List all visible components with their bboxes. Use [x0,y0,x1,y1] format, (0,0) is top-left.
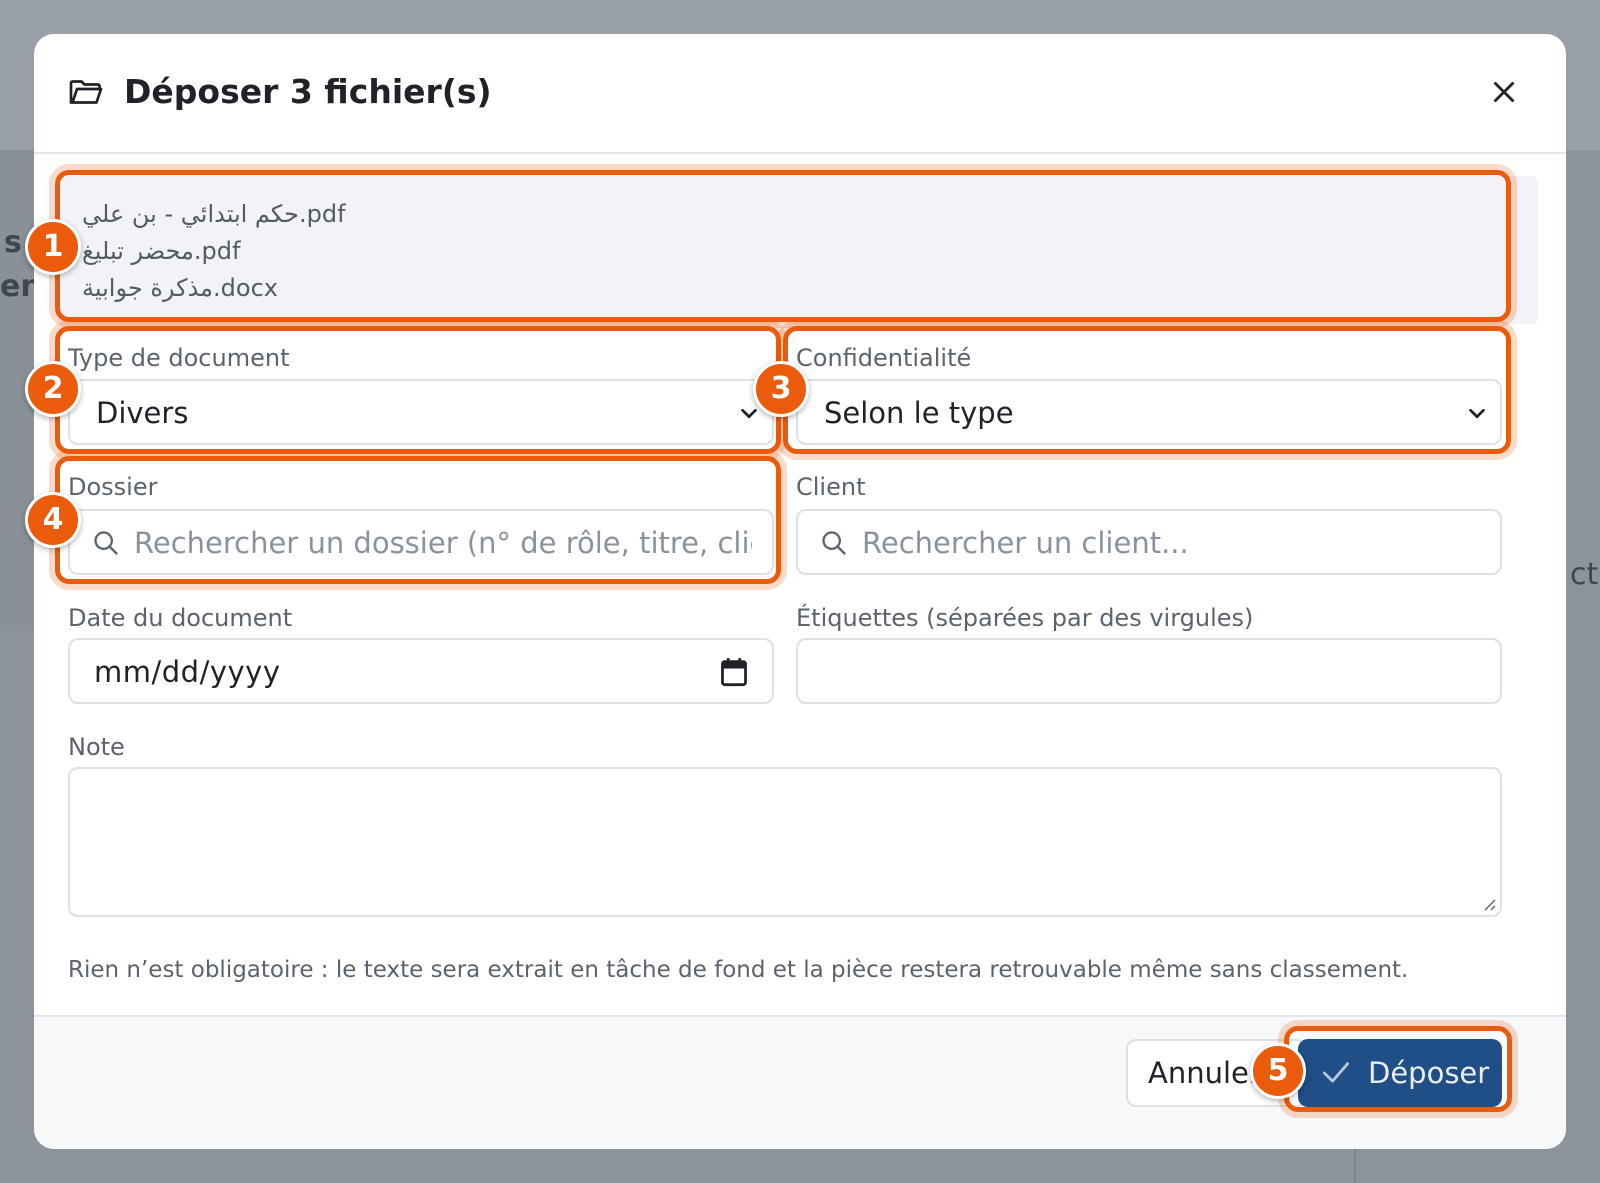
upload-dialog: Déposer 3 fichier(s) حكم ابتدائي - بن عل… [34,34,1566,1149]
folder-open-icon [69,80,103,104]
document-type-label: Type de document [68,344,290,372]
client-label: Client [796,473,866,501]
background-text: ctio [1570,557,1600,592]
tags-input[interactable] [796,638,1502,704]
submit-button[interactable]: Déposer [1298,1039,1502,1107]
close-button[interactable] [1484,72,1524,112]
note-label: Note [68,733,125,761]
search-icon [822,531,846,555]
search-icon [94,531,118,555]
resize-grip-icon[interactable] [1480,895,1496,911]
chevron-down-icon [1469,408,1485,419]
file-item: محضر تبليغ.pdf [82,237,241,265]
annotation-badge: 3 [753,361,809,417]
background-text: s [4,225,22,260]
calendar-icon[interactable] [720,657,748,687]
note-textarea[interactable] [68,767,1502,917]
dossier-search-placeholder: Rechercher un dossier (n° de rôle, titre… [134,526,752,560]
dossier-search-input[interactable]: Rechercher un dossier (n° de rôle, titre… [68,509,774,575]
document-date-label: Date du document [68,604,293,632]
client-search-input[interactable]: Rechercher un client... [796,509,1502,575]
chevron-down-icon [741,408,757,419]
document-type-select[interactable]: Divers [68,379,774,445]
confidentiality-value: Selon le type [824,396,1014,430]
file-item: حكم ابتدائي - بن علي.pdf [82,200,346,228]
submit-button-label: Déposer [1368,1056,1490,1090]
document-date-value: mm/dd/yyyy [94,655,281,689]
document-date-input[interactable]: mm/dd/yyyy [68,638,774,704]
selected-files-list: حكم ابتدائي - بن علي.pdf محضر تبليغ.pdf … [58,176,1538,324]
annotation-badge: 5 [1250,1043,1306,1099]
tags-label: Étiquettes (séparées par des virgules) [796,604,1254,632]
close-icon [1493,81,1515,103]
annotation-badge: 1 [25,219,81,275]
document-type-value: Divers [96,396,189,430]
dialog-title: Déposer 3 fichier(s) [124,72,492,111]
confidentiality-label: Confidentialité [796,344,972,372]
annotation-badge: 2 [25,361,81,417]
annotation-badge: 4 [25,492,81,548]
dossier-label: Dossier [68,473,158,501]
client-search-placeholder: Rechercher un client... [862,526,1189,560]
dialog-footer: Annuler Déposer [34,1015,1566,1149]
help-text: Rien n’est obligatoire : le texte sera e… [68,957,1409,983]
file-item: مذكرة جوابية.docx [82,274,278,302]
confidentiality-select[interactable]: Selon le type [796,379,1502,445]
dialog-header: Déposer 3 fichier(s) [34,34,1566,154]
check-icon [1322,1062,1350,1083]
